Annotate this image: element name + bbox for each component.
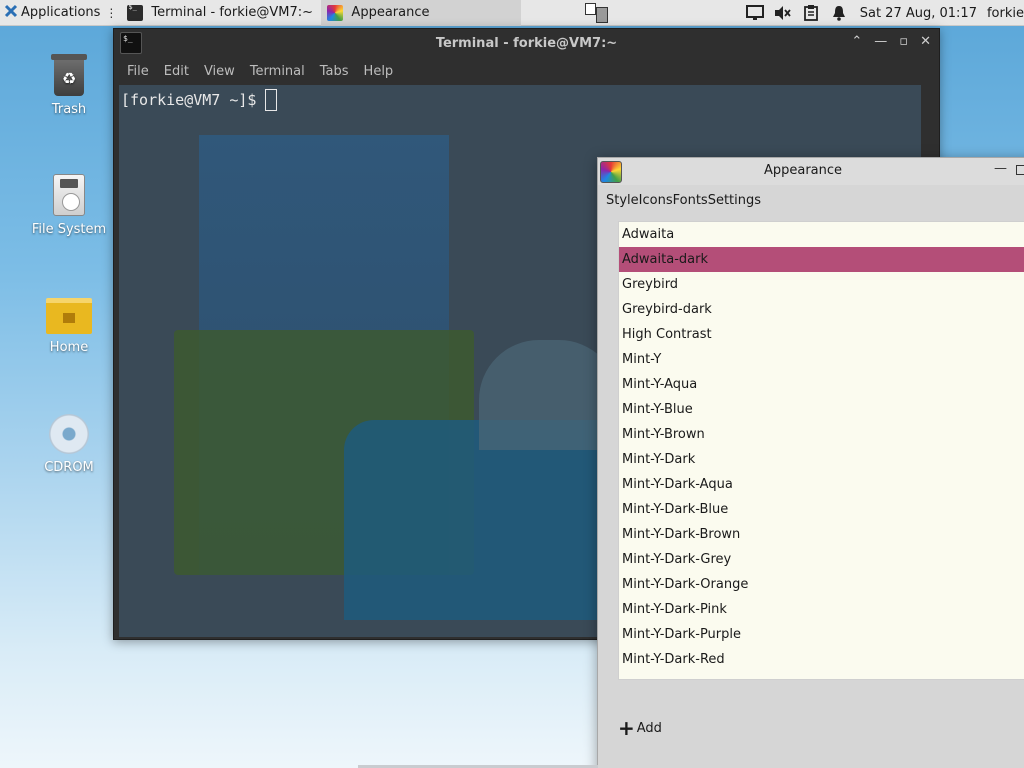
workspace-switcher[interactable] <box>582 1 612 25</box>
tab-fonts[interactable]: Fonts <box>673 193 708 208</box>
menu-edit[interactable]: Edit <box>164 64 189 79</box>
theme-list-item[interactable]: Mint-Y-Dark <box>619 447 1024 472</box>
desktop-icon-file-system[interactable]: File System <box>19 174 119 237</box>
theme-list-item[interactable]: Mint-Y-Aqua <box>619 372 1024 397</box>
clock[interactable]: Sat 27 Aug, 01:17 <box>860 6 977 21</box>
theme-list-item[interactable]: Mint-Y-Brown <box>619 422 1024 447</box>
workspace-1[interactable] <box>585 3 596 15</box>
appearance-titlebar[interactable]: Appearance — <box>598 158 1024 185</box>
theme-list-item[interactable]: Mint-Y-Dark-Grey <box>619 547 1024 572</box>
taskbar-item-appearance[interactable]: Appearance <box>321 0 522 26</box>
maximize-icon[interactable] <box>1016 165 1024 175</box>
theme-list-item[interactable]: High Contrast <box>619 322 1024 347</box>
minimize-icon[interactable]: — <box>874 34 887 49</box>
theme-list-item[interactable]: Adwaita <box>619 222 1024 247</box>
theme-list-item[interactable]: Mint-Y-Dark-Purple <box>619 622 1024 647</box>
theme-list-item[interactable]: Adwaita-dark <box>619 247 1024 272</box>
theme-list-item[interactable]: Mint-Y-Dark-Blue <box>619 497 1024 522</box>
menu-file[interactable]: File <box>127 64 149 79</box>
terminal-titlebar[interactable]: $_ Terminal - forkie@VM7:~ ⌃ — ▫ ✕ <box>114 29 939 57</box>
volume-muted-icon[interactable] <box>774 4 792 22</box>
theme-list-item[interactable]: Greybird-dark <box>619 297 1024 322</box>
tab-style[interactable]: Style <box>606 193 639 208</box>
desktop-icon-label: File System <box>31 222 107 237</box>
add-theme-button[interactable]: + Add <box>618 716 662 740</box>
clipboard-icon[interactable] <box>802 4 820 22</box>
add-button-label: Add <box>636 720 662 736</box>
tab-settings[interactable]: Settings <box>708 193 761 208</box>
chevron-up-icon[interactable]: ⌃ <box>851 34 862 49</box>
cdrom-icon <box>49 414 89 454</box>
taskbar-item-label: Appearance <box>351 5 430 20</box>
trash-icon: ♻ <box>51 54 87 96</box>
applications-label: Applications <box>21 5 101 20</box>
terminal-background-shape <box>344 420 614 620</box>
theme-list-item[interactable]: Mint-Y-Dark-Red <box>619 647 1024 672</box>
menu-tabs[interactable]: Tabs <box>320 64 349 79</box>
appearance-icon <box>327 4 344 21</box>
menu-help[interactable]: Help <box>364 64 394 79</box>
desktop-icon-label: CDROM <box>44 460 94 475</box>
desktop-icon-home[interactable]: Home <box>19 298 119 355</box>
prompt-text: [forkie@VM7 ~]$ <box>121 91 257 109</box>
xfce-logo-icon <box>4 4 18 22</box>
panel-separator-icon: ⋮ <box>105 5 118 20</box>
applications-menu-button[interactable]: Applications ⋮ <box>0 0 121 26</box>
terminal-window-controls: ⌃ — ▫ ✕ <box>851 34 931 49</box>
tab-icons[interactable]: Icons <box>639 193 673 208</box>
desktop-icon-trash[interactable]: ♻ Trash <box>19 54 119 117</box>
system-tray: Sat 27 Aug, 01:17 forkie <box>745 0 1024 26</box>
notification-bell-icon[interactable] <box>830 4 848 22</box>
plus-icon: + <box>618 716 635 740</box>
filesystem-icon <box>53 174 85 216</box>
theme-list-item[interactable]: Mint-Y <box>619 347 1024 372</box>
theme-list-item[interactable]: Greybird <box>619 272 1024 297</box>
theme-list-item[interactable]: Mint-Y-Dark-Pink <box>619 597 1024 622</box>
desktop-icon-cdrom[interactable]: CDROM <box>19 414 119 475</box>
terminal-menubar: File Edit View Terminal Tabs Help <box>114 57 939 85</box>
top-panel: Applications ⋮ Terminal - forkie@VM7:~ A… <box>0 0 1024 26</box>
theme-list-item[interactable]: Mint-Y-Dark-Brown <box>619 522 1024 547</box>
maximize-icon[interactable]: ▫ <box>899 34 908 49</box>
shell-prompt: [forkie@VM7 ~]$ <box>121 89 278 111</box>
terminal-window-title: Terminal - forkie@VM7:~ <box>435 35 618 51</box>
appearance-window: Appearance — Style Icons Fonts Settings … <box>597 157 1024 768</box>
menu-terminal[interactable]: Terminal <box>250 64 305 79</box>
minimize-icon[interactable]: — <box>994 161 1007 176</box>
theme-list-item[interactable]: Mint-Y-Blue <box>619 397 1024 422</box>
close-icon[interactable]: ✕ <box>920 34 931 49</box>
text-cursor <box>265 89 278 111</box>
appearance-tabs: Style Icons Fonts Settings <box>606 193 761 208</box>
workspace-2[interactable] <box>596 7 608 23</box>
theme-list-item[interactable]: Mint-Y-Dark-Orange <box>619 572 1024 597</box>
user-menu[interactable]: forkie <box>987 6 1024 21</box>
home-folder-icon <box>46 298 92 334</box>
terminal-icon <box>127 3 144 21</box>
appearance-window-title: Appearance <box>763 163 843 178</box>
theme-list[interactable]: Adwaita Adwaita-dark Greybird Greybird-dark… <box>618 221 1024 680</box>
desktop-icon-label: Home <box>49 340 89 355</box>
menu-view[interactable]: View <box>204 64 235 79</box>
taskbar-item-label: Terminal - forkie@VM7:~ <box>151 5 313 20</box>
desktop-icon-label: Trash <box>51 102 87 117</box>
theme-list-item[interactable]: Mint-Y-Dark-Aqua <box>619 472 1024 497</box>
taskbar-item-terminal[interactable]: Terminal - forkie@VM7:~ <box>121 0 321 26</box>
display-icon[interactable] <box>745 4 764 22</box>
